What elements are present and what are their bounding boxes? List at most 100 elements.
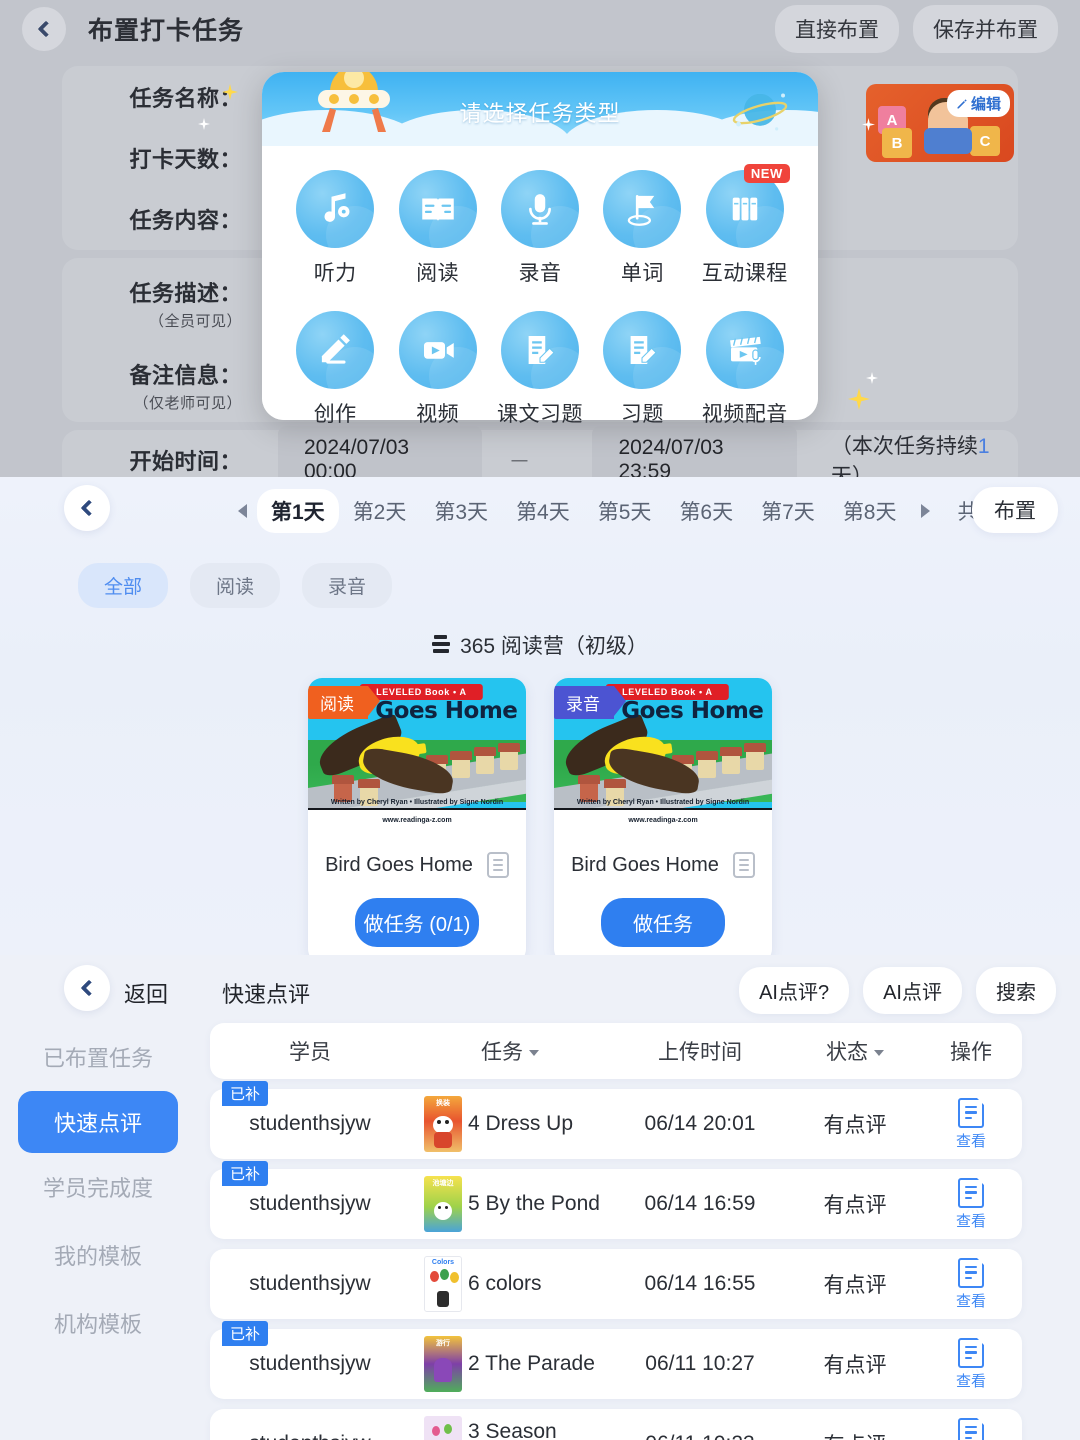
day-chip-8[interactable]: 第8天 <box>829 489 911 533</box>
task-time-card: 开始时间： 2024/07/03 00:00 － 2024/07/03 23:5… <box>62 426 1018 477</box>
task-type-label: 听力 <box>313 262 357 285</box>
day-chip-1[interactable]: 第1天 <box>257 489 339 533</box>
ufo-icon <box>318 72 390 132</box>
do-task-button[interactable]: 做任务 <box>601 898 725 947</box>
assign-directly-button[interactable]: 直接布置 <box>775 5 899 53</box>
task-type-modal: 请选择任务类型 听力 阅读 录音 单词 NEW 互动课程 创作 视频 课文习题 … <box>262 72 818 426</box>
task-type-label: 阅读 <box>416 262 460 285</box>
sidebar-item-assigned-tasks[interactable]: 已布置任务 <box>0 1023 196 1091</box>
field-label: 任务内容： <box>129 207 242 233</box>
task-type-listening[interactable]: 听力 <box>288 170 382 287</box>
day-list: 第1天 第2天 第3天 第4天 第5天 第6天 第7天 第8天 共105天 <box>228 489 1035 533</box>
caret-left-icon[interactable] <box>238 504 247 518</box>
day-chip-2[interactable]: 第2天 <box>339 489 421 533</box>
task-type-creation[interactable]: 创作 <box>288 311 382 428</box>
book-grid: LEVELED Book • A Bird Goes Home Written … <box>0 678 1080 955</box>
cell-action[interactable]: 查看 <box>920 1177 1022 1231</box>
table-row[interactable]: studenthsjyw 3 Season Family 06/11 10:23… <box>210 1409 1022 1440</box>
table-row[interactable]: studenthsjyw Colors 6 colors 06/14 16:55… <box>210 1249 1022 1319</box>
ai-review-help-button[interactable]: AI点评? <box>739 967 850 1014</box>
filter-chip-reading[interactable]: 阅读 <box>190 563 281 608</box>
cell-student: studenthsjyw <box>210 1432 410 1440</box>
cell-action[interactable]: 查看 <box>920 1097 1022 1151</box>
pencil-icon <box>957 98 967 108</box>
sidebar-item-my-templates[interactable]: 我的模板 <box>0 1221 196 1289</box>
cell-action[interactable]: 查看 <box>920 1417 1022 1440</box>
task-type-label: 习题 <box>620 403 664 426</box>
book-thumbnail: 池塘边 <box>424 1176 462 1232</box>
book-cover: LEVELED Book • A Bird Goes Home Written … <box>554 678 772 830</box>
document-view-icon <box>958 1097 985 1128</box>
task-type-reading[interactable]: 阅读 <box>391 170 485 287</box>
caret-right-icon[interactable] <box>920 504 930 518</box>
column-header-task[interactable]: 任务 <box>410 1036 610 1066</box>
assign-button[interactable]: 布置 <box>972 487 1058 533</box>
cover-thumbnail[interactable]: A B C 编辑 <box>866 84 1014 162</box>
document-icon[interactable] <box>486 852 509 878</box>
review-back-label[interactable]: 返回 <box>124 977 168 1009</box>
book-card[interactable]: LEVELED Book • A Bird Goes Home Written … <box>554 678 772 955</box>
document-icon[interactable] <box>732 852 755 878</box>
day-chip-3[interactable]: 第3天 <box>420 489 502 533</box>
table-row[interactable]: 已补 studenthsjyw 池塘边 5 By the Pond 06/14 … <box>210 1161 1022 1239</box>
field-label: 任务描述： （全员可见） <box>92 276 242 331</box>
day-chip-5[interactable]: 第5天 <box>584 489 666 533</box>
document-view-icon <box>958 1257 985 1288</box>
document-view-icon <box>958 1417 985 1440</box>
sidebar-item-org-templates[interactable]: 机构模板 <box>0 1289 196 1357</box>
table-row[interactable]: 已补 studenthsjyw 游行 2 The Parade 06/11 10… <box>210 1321 1022 1399</box>
edit-cover-button[interactable]: 编辑 <box>946 90 1010 117</box>
task-type-interactive-course[interactable]: NEW 互动课程 <box>698 164 792 287</box>
filter-chip-all[interactable]: 全部 <box>78 563 169 608</box>
day-chip-4[interactable]: 第4天 <box>502 489 584 533</box>
task-type-video[interactable]: 视频 <box>391 311 485 428</box>
cell-action[interactable]: 查看 <box>920 1257 1022 1311</box>
cell-task: 换装 4 Dress Up <box>410 1096 610 1152</box>
cell-task-label: 5 By the Pond <box>468 1192 600 1215</box>
sidebar-item-student-completion[interactable]: 学员完成度 <box>0 1153 196 1221</box>
modal-body: 听力 阅读 录音 单词 NEW 互动课程 创作 视频 课文习题 习题 视频配音 <box>262 146 818 426</box>
cell-task: 3 Season Family <box>410 1416 610 1440</box>
status-badge: 已补 <box>222 1161 269 1186</box>
cell-status: 有点评 <box>823 1194 887 1217</box>
do-task-button[interactable]: 做任务 (0/1) <box>355 898 479 947</box>
save-and-assign-button[interactable]: 保存并布置 <box>913 5 1058 53</box>
stack-icon <box>432 634 451 656</box>
book-card[interactable]: LEVELED Book • A Bird Goes Home Written … <box>308 678 526 955</box>
start-time-input[interactable]: 2024/07/03 00:00 <box>278 426 483 477</box>
view-label: 查看 <box>955 1292 986 1310</box>
field-label: 任务名称： <box>129 85 242 111</box>
thumbnail-title: 池塘边 <box>432 1180 454 1187</box>
chevron-down-icon <box>529 1049 539 1056</box>
search-button[interactable]: 搜索 <box>976 967 1056 1014</box>
task-type-exercise[interactable]: 习题 <box>595 311 689 428</box>
field-label: 打卡天数： <box>129 146 242 172</box>
table-header: 学员 任务 上传时间 状态 操作 <box>210 1023 1022 1079</box>
review-back-button[interactable] <box>64 965 110 1011</box>
new-badge: NEW <box>743 164 790 183</box>
ai-review-button[interactable]: AI点评 <box>863 967 962 1014</box>
review-sidebar: 已布置任务 快速点评 学员完成度 我的模板 机构模板 <box>0 1023 196 1440</box>
chevron-left-icon <box>80 499 98 517</box>
cell-action[interactable]: 查看 <box>920 1337 1022 1391</box>
task-type-label: 创作 <box>313 403 357 426</box>
task-type-video-dubbing[interactable]: 视频配音 <box>698 311 792 428</box>
task-type-recording[interactable]: 录音 <box>493 170 587 287</box>
day-chip-7[interactable]: 第7天 <box>747 489 829 533</box>
day-chip-6[interactable]: 第6天 <box>665 489 747 533</box>
book-thumbnail: 游行 <box>424 1336 462 1392</box>
cell-task: 池塘边 5 By the Pond <box>410 1176 610 1232</box>
filter-chip-recording[interactable]: 录音 <box>302 563 393 608</box>
sidebar-item-quick-review[interactable]: 快速点评 <box>18 1091 178 1153</box>
task-type-text-exercise[interactable]: 课文习题 <box>493 311 587 428</box>
books-page: 第1天 第2天 第3天 第4天 第5天 第6天 第7天 第8天 共105天 布置… <box>0 477 1080 955</box>
books-back-button[interactable] <box>64 485 110 531</box>
column-header-status[interactable]: 状态 <box>790 1036 920 1066</box>
task-type-words[interactable]: 单词 <box>595 170 689 287</box>
cell-status: 有点评 <box>823 1114 887 1137</box>
end-time-input[interactable]: 2024/07/03 23:59 <box>592 426 797 477</box>
back-button[interactable] <box>22 7 66 51</box>
book-name-row: Bird Goes Home <box>308 852 526 878</box>
field-label: 备注信息： （仅老师可见） <box>92 358 242 413</box>
table-row[interactable]: 已补 studenthsjyw 换装 4 Dress Up 06/14 20:0… <box>210 1081 1022 1159</box>
